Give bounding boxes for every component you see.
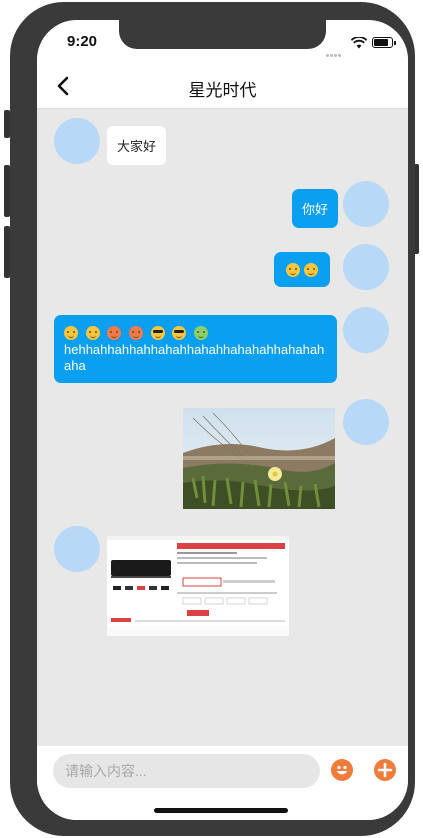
smiling-face-icon xyxy=(64,325,78,340)
avatar[interactable] xyxy=(343,181,389,227)
emoji-row xyxy=(64,324,327,342)
sunglasses-face-icon xyxy=(172,325,187,340)
pleading-face-icon xyxy=(85,325,100,340)
pleading-face-icon xyxy=(304,262,318,277)
nav-bar: 星光时代 xyxy=(37,64,408,109)
wifi-icon xyxy=(351,37,367,49)
flower-photo-icon xyxy=(183,408,335,509)
message-bubble[interactable]: hehhahhahhahhahahhahahhahahahhahahahaha xyxy=(54,315,337,383)
plus-icon xyxy=(377,762,393,778)
sunglasses-face-icon xyxy=(150,325,165,340)
image-message-flower[interactable] xyxy=(183,408,335,509)
nauseated-face-icon xyxy=(193,325,208,340)
smiley-icon xyxy=(336,765,348,775)
battery-icon xyxy=(372,37,396,48)
star-struck-face-icon xyxy=(107,325,122,340)
product-screenshot-icon xyxy=(107,536,289,636)
signal-icon xyxy=(326,44,342,62)
message-bubble[interactable] xyxy=(274,252,330,287)
input-bar xyxy=(37,746,408,820)
phone-frame: 9:20 星光时代 大家好 你好 hehhahhahhahhahahhahahh… xyxy=(10,2,415,836)
message-list[interactable]: 大家好 你好 hehhahhahhahhahahhahahhahahahhaha… xyxy=(37,109,408,746)
avatar[interactable] xyxy=(54,118,100,164)
avatar[interactable] xyxy=(54,526,100,572)
notch xyxy=(119,20,326,49)
emoji-button-icon[interactable] xyxy=(331,759,353,781)
message-bubble[interactable]: 你好 xyxy=(292,189,339,228)
image-message-product[interactable] xyxy=(107,536,289,636)
avatar[interactable] xyxy=(343,244,389,290)
smiling-face-icon xyxy=(286,262,300,277)
plus-button-icon[interactable] xyxy=(374,759,396,781)
message-text: 大家好 xyxy=(117,139,157,154)
avatar[interactable] xyxy=(343,399,389,445)
screen: 9:20 星光时代 大家好 你好 hehhahhahhahhahahhahahh… xyxy=(37,20,408,820)
angry-face-icon xyxy=(128,325,143,340)
status-time: 9:20 xyxy=(67,33,98,50)
home-indicator[interactable] xyxy=(154,808,288,813)
message-bubble[interactable]: 大家好 xyxy=(107,126,167,165)
message-text: 你好 xyxy=(302,202,329,217)
message-text: hehhahhahhahhahahhahahhahahahhahahahaha xyxy=(64,342,325,373)
message-input[interactable] xyxy=(53,754,320,788)
avatar[interactable] xyxy=(343,307,389,353)
chat-title: 星光时代 xyxy=(188,81,257,100)
